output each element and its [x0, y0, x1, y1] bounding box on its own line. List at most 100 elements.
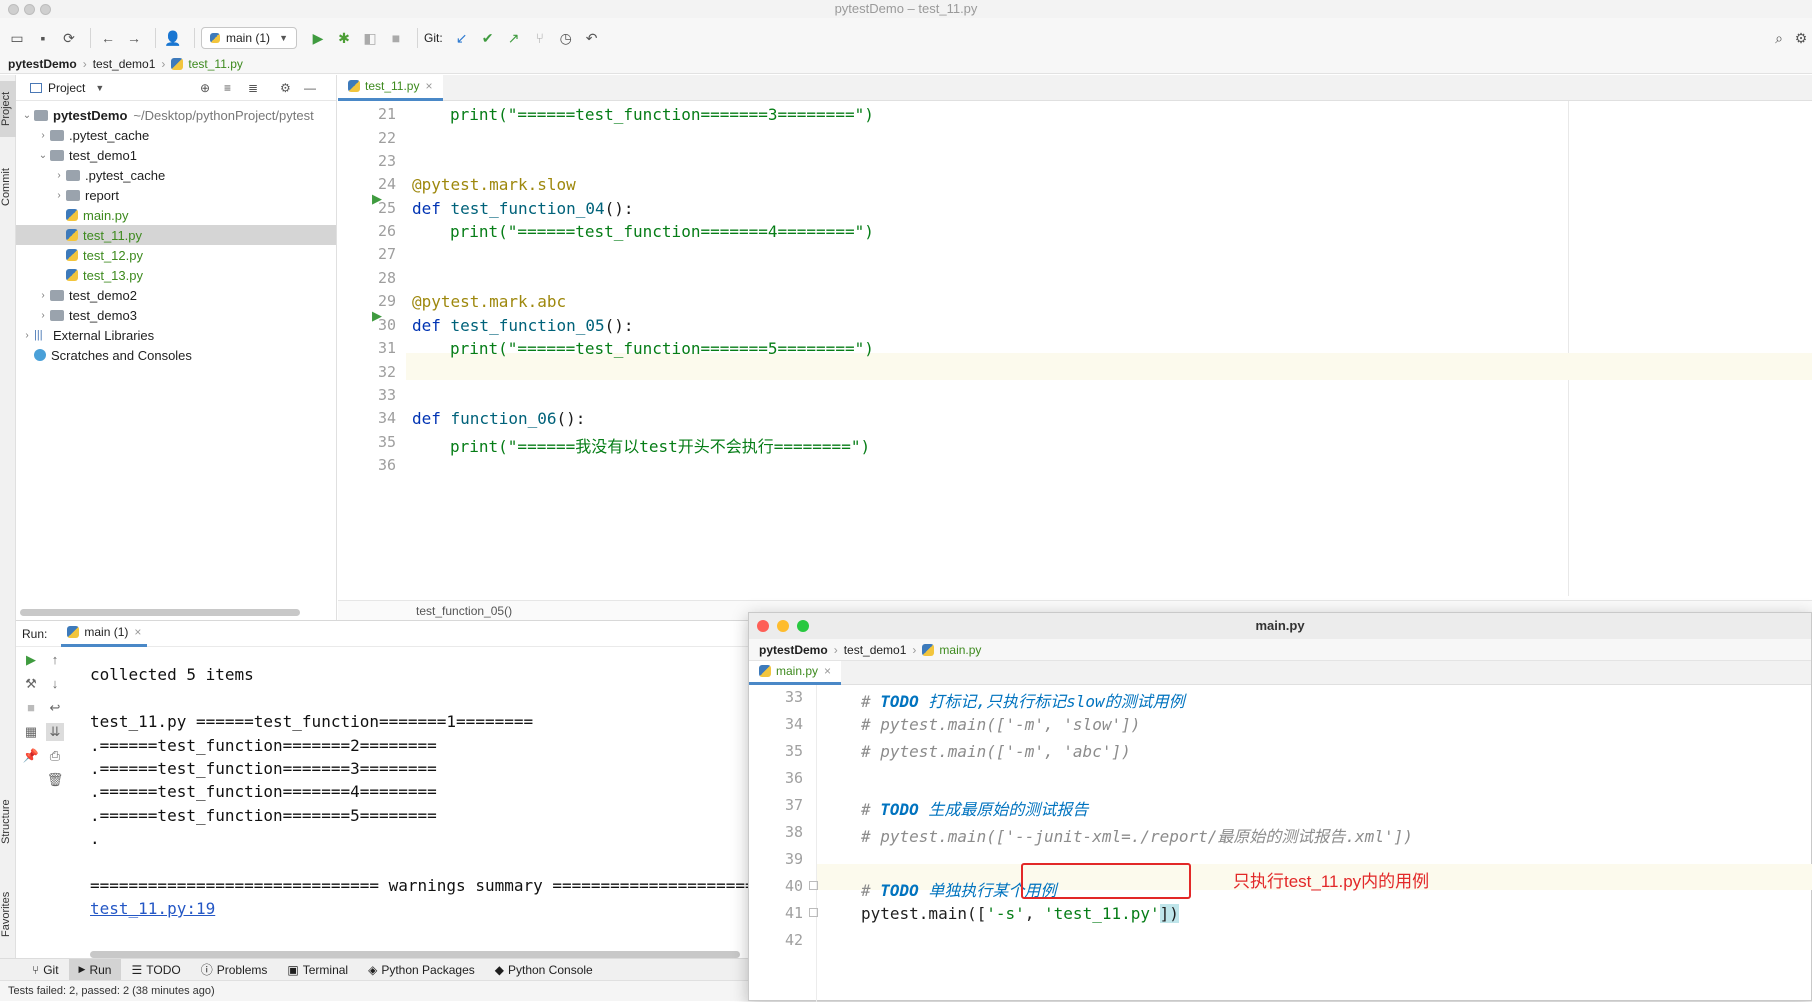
chevron-down-icon[interactable]: ▼ — [95, 83, 104, 93]
minimize-window-button[interactable] — [777, 620, 789, 632]
hide-panel-icon[interactable]: — — [304, 81, 316, 95]
horizontal-scrollbar[interactable] — [20, 609, 300, 616]
project-view-label[interactable]: Project — [48, 81, 85, 95]
commit-tool-tab[interactable]: Commit — [0, 159, 16, 215]
close-window-button[interactable] — [757, 620, 769, 632]
save-icon[interactable]: ▪ — [32, 27, 54, 49]
gear-icon[interactable]: ⚙ — [1790, 27, 1812, 49]
tree-item[interactable]: › .pytest_cache — [16, 125, 336, 145]
breadcrumb-item[interactable]: main.py — [939, 643, 981, 657]
structure-tool-tab[interactable]: Structure — [0, 789, 16, 855]
breadcrumb-item[interactable]: pytestDemo — [8, 57, 77, 71]
collapse-all-icon[interactable]: ≣ — [248, 81, 258, 95]
terminal-tool-tab[interactable]: ▣ Terminal — [277, 959, 358, 981]
expand-all-icon[interactable]: ≡ — [224, 81, 231, 95]
stop-icon[interactable]: ■ — [385, 27, 407, 49]
soft-wrap-icon[interactable]: ↩ — [46, 699, 64, 717]
zoom-window-button[interactable] — [797, 620, 809, 632]
git-update-icon[interactable]: ↙ — [451, 27, 473, 49]
git-commit-icon[interactable]: ✔ — [477, 27, 499, 49]
tree-item[interactable]: main.py — [16, 205, 336, 225]
tab-test-11[interactable]: test_11.py × — [338, 74, 443, 101]
close-icon[interactable]: × — [824, 664, 831, 678]
tree-item[interactable]: Scratches and Consoles — [16, 345, 336, 365]
chevron-right-icon[interactable]: › — [52, 190, 66, 201]
coverage-icon[interactable]: ◧ — [359, 27, 381, 49]
chevron-right-icon[interactable]: › — [36, 130, 50, 141]
scroll-to-end-icon[interactable]: ⇊ — [46, 723, 64, 741]
python-console-tool-tab[interactable]: ◆ Python Console — [485, 959, 603, 981]
debug-icon[interactable]: ✱ — [333, 27, 355, 49]
fold-icon[interactable] — [809, 908, 818, 917]
chevron-right-icon[interactable]: › — [36, 290, 50, 301]
tree-item[interactable]: › test_demo3 — [16, 305, 336, 325]
minimize-window-button[interactable] — [24, 4, 35, 15]
chevron-right-icon[interactable]: › — [20, 330, 34, 341]
search-icon[interactable]: ⌕ — [1768, 27, 1790, 49]
forward-arrow-icon[interactable]: → — [123, 27, 145, 49]
breadcrumb-item[interactable]: test_demo1 — [93, 57, 156, 71]
wrench-icon[interactable]: ⚒ — [22, 675, 40, 693]
close-icon[interactable]: × — [425, 79, 432, 93]
chevron-down-icon[interactable]: ⌄ — [20, 110, 34, 121]
tree-item[interactable]: › report — [16, 185, 336, 205]
fold-icon[interactable] — [809, 881, 818, 890]
pin-icon[interactable]: 📌 — [22, 747, 40, 765]
tab-main-py[interactable]: main.py × — [749, 660, 842, 685]
back-arrow-icon[interactable]: ← — [97, 27, 119, 49]
git-tool-tab[interactable]: ⑂ Git — [22, 959, 69, 981]
title-bar: pytestDemo – test_11.py — [0, 0, 1812, 18]
down-arrow-icon[interactable]: ↓ — [46, 675, 64, 693]
tree-root[interactable]: ⌄ pytestDemo ~/Desktop/pythonProject/pyt… — [16, 105, 336, 125]
horizontal-scrollbar[interactable] — [90, 951, 740, 958]
tree-item[interactable]: test_12.py — [16, 245, 336, 265]
tree-item[interactable]: › .pytest_cache — [16, 165, 336, 185]
git-rollback-icon[interactable]: ↶ — [581, 27, 603, 49]
console-link[interactable]: test_11.py:19 — [90, 899, 215, 918]
problems-tool-tab[interactable]: ⓘ Problems — [191, 959, 278, 981]
run-gutter-icon[interactable]: ▶ — [372, 191, 382, 207]
gear-icon[interactable]: ⚙ — [280, 81, 291, 95]
rerun-icon[interactable]: ▶ — [22, 651, 40, 669]
tree-item-selected[interactable]: test_11.py — [16, 225, 336, 245]
code-text: print("======test_function=======5======… — [450, 339, 874, 358]
todo-tool-tab[interactable]: ☰ TODO — [121, 959, 190, 981]
chevron-right-icon[interactable]: › — [52, 170, 66, 181]
run-tool-tab[interactable]: ▶ Run — [68, 958, 122, 981]
breadcrumb-item[interactable]: test_demo1 — [844, 643, 907, 657]
run-configuration-select[interactable]: main (1) ▼ — [201, 27, 297, 49]
layout-icon[interactable]: ▦ — [22, 723, 40, 741]
favorites-tool-tab[interactable]: Favorites — [0, 881, 16, 947]
git-history-icon[interactable]: ◷ — [555, 27, 577, 49]
status-text[interactable]: Tests failed: 2, passed: 2 (38 minutes a… — [8, 985, 215, 997]
breadcrumb-item[interactable]: test_11.py — [188, 57, 242, 71]
zoom-window-button[interactable] — [40, 4, 51, 15]
user-dropdown-icon[interactable]: 👤 — [162, 27, 184, 49]
trash-icon[interactable]: 🗑 — [46, 771, 64, 789]
up-arrow-icon[interactable]: ↑ — [46, 651, 64, 669]
locate-icon[interactable]: ⊕ — [200, 81, 210, 95]
chevron-down-icon[interactable]: ⌄ — [36, 150, 50, 161]
project-tool-tab[interactable]: Project — [0, 81, 16, 137]
tree-item[interactable]: ⌄ test_demo1 — [16, 145, 336, 165]
toolbar-separator — [194, 28, 195, 48]
tree-item[interactable]: › ||| External Libraries — [16, 325, 336, 345]
print-icon[interactable]: ⎙ — [46, 747, 64, 765]
run-gutter-icon[interactable]: ▶ — [372, 308, 382, 324]
breadcrumb-item[interactable]: pytestDemo — [759, 643, 828, 657]
line-number: 32 — [377, 363, 396, 381]
tree-item[interactable]: › test_demo2 — [16, 285, 336, 305]
sync-icon[interactable]: ⟳ — [58, 27, 80, 49]
stop-icon[interactable]: ■ — [22, 699, 40, 717]
git-merge-icon[interactable]: ⑂ — [529, 27, 551, 49]
tree-item[interactable]: test_13.py — [16, 265, 336, 285]
close-icon[interactable]: × — [134, 625, 141, 639]
close-window-button[interactable] — [8, 4, 19, 15]
main-py-editor: 33 34 35 36 37 38 39 40 41 42 # TODO 打标记… — [749, 685, 1812, 1002]
run-icon[interactable]: ▶ — [307, 27, 329, 49]
python-packages-tool-tab[interactable]: ◈ Python Packages — [358, 959, 485, 981]
run-tab[interactable]: main (1) × — [61, 621, 148, 647]
chevron-right-icon[interactable]: › — [36, 310, 50, 321]
git-push-icon[interactable]: ↗ — [503, 27, 525, 49]
open-folder-icon[interactable]: ▭ — [6, 27, 28, 49]
